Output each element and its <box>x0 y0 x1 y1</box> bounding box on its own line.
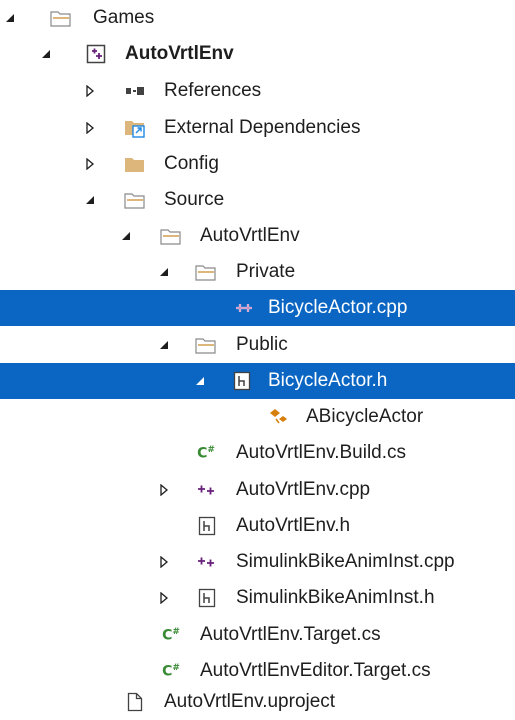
collapsed-arrow-icon[interactable] <box>82 120 98 136</box>
expanded-arrow-icon[interactable] <box>192 373 208 389</box>
tree-item-source[interactable]: Source <box>0 182 515 218</box>
header-file-icon <box>231 370 253 392</box>
folder-icon <box>195 261 217 283</box>
tree-item-label: AutoVrtlEnv.h <box>236 515 351 536</box>
project-icon <box>85 43 107 65</box>
tree-item-label: AutoVrtlEnv.Build.cs <box>236 442 407 463</box>
tree-item-label: BicycleActor.h <box>268 370 388 391</box>
tree-item-label: Config <box>164 153 219 174</box>
tree-item-label: References <box>164 80 262 101</box>
tree-item-build-cs[interactable]: C# AutoVrtlEnv.Build.cs <box>0 435 515 471</box>
tree-item-module-cpp[interactable]: AutoVrtlEnv.cpp <box>0 472 515 508</box>
tree-item-label: AutoVrtlEnv.Target.cs <box>200 624 381 645</box>
tree-item-anim-h[interactable]: SimulinkBikeAnimInst.h <box>0 580 515 616</box>
tree-item-anim-cpp[interactable]: SimulinkBikeAnimInst.cpp <box>0 544 515 580</box>
collapsed-arrow-icon[interactable] <box>82 83 98 99</box>
expanded-arrow-icon[interactable] <box>38 46 54 62</box>
tree-item-label: External Dependencies <box>164 117 361 138</box>
tree-item-module-h[interactable]: AutoVrtlEnv.h <box>0 508 515 544</box>
tree-item-games[interactable]: Games <box>0 0 515 36</box>
tree-item-public[interactable]: Public <box>0 327 515 363</box>
references-icon <box>124 80 146 102</box>
file-icon <box>124 691 146 713</box>
folder-icon <box>124 189 146 211</box>
expanded-arrow-icon[interactable] <box>82 192 98 208</box>
cpp-file-icon <box>195 551 217 573</box>
tree-item-label: BicycleActor.cpp <box>268 297 408 318</box>
tree-item-uproject[interactable]: AutoVrtlEnv.uproject <box>0 684 515 720</box>
header-file-icon <box>196 587 218 609</box>
folder-icon <box>160 225 182 247</box>
expanded-arrow-icon[interactable] <box>156 337 172 353</box>
expanded-arrow-icon[interactable] <box>118 228 134 244</box>
tree-item-config[interactable]: Config <box>0 146 515 182</box>
tree-item-bicycle-actor-h[interactable]: BicycleActor.h <box>0 363 515 399</box>
external-dependencies-icon <box>124 117 146 139</box>
collapsed-arrow-icon[interactable] <box>156 482 172 498</box>
tree-item-references[interactable]: References <box>0 73 515 109</box>
tree-item-project[interactable]: AutoVrtlEnv <box>0 36 515 72</box>
tree-item-label: Private <box>236 261 296 282</box>
collapsed-arrow-icon[interactable] <box>82 156 98 172</box>
folder-icon <box>195 334 217 356</box>
tree-item-bicycle-actor-cpp[interactable]: BicycleActor.cpp <box>0 290 515 326</box>
cpp-file-icon <box>195 479 217 501</box>
tree-item-label: Source <box>164 189 225 210</box>
class-icon <box>268 406 290 428</box>
tree-item-label: AutoVrtlEnv.uproject <box>164 691 336 712</box>
csharp-file-icon: C# <box>162 626 180 644</box>
expanded-arrow-icon[interactable] <box>2 10 18 26</box>
cpp-file-icon <box>232 297 254 319</box>
tree-item-label: AutoVrtlEnv <box>125 43 234 64</box>
tree-item-label: SimulinkBikeAnimInst.cpp <box>236 551 455 572</box>
expanded-arrow-icon[interactable] <box>156 264 172 280</box>
tree-item-label: Games <box>93 7 155 28</box>
csharp-file-icon: C# <box>197 444 215 462</box>
tree-item-private[interactable]: Private <box>0 254 515 290</box>
collapsed-arrow-icon[interactable] <box>156 554 172 570</box>
tree-item-label: AutoVrtlEnv <box>200 225 300 246</box>
tree-item-label: Public <box>236 334 288 355</box>
tree-item-label: AutoVrtlEnv.cpp <box>236 479 371 500</box>
tree-item-label: AutoVrtlEnvEditor.Target.cs <box>200 660 431 681</box>
tree-item-target-cs[interactable]: C# AutoVrtlEnv.Target.cs <box>0 617 515 653</box>
tree-item-label: ABicycleActor <box>306 406 424 427</box>
folder-icon <box>50 7 72 29</box>
tree-item-external-dependencies[interactable]: External Dependencies <box>0 110 515 146</box>
collapsed-arrow-icon[interactable] <box>156 590 172 606</box>
csharp-file-icon: C# <box>162 662 180 680</box>
folder-icon <box>124 153 146 175</box>
header-file-icon <box>196 515 218 537</box>
tree-item-label: SimulinkBikeAnimInst.h <box>236 587 435 608</box>
tree-item-source-module[interactable]: AutoVrtlEnv <box>0 218 515 254</box>
tree-item-abicycle-actor[interactable]: ABicycleActor <box>0 399 515 435</box>
